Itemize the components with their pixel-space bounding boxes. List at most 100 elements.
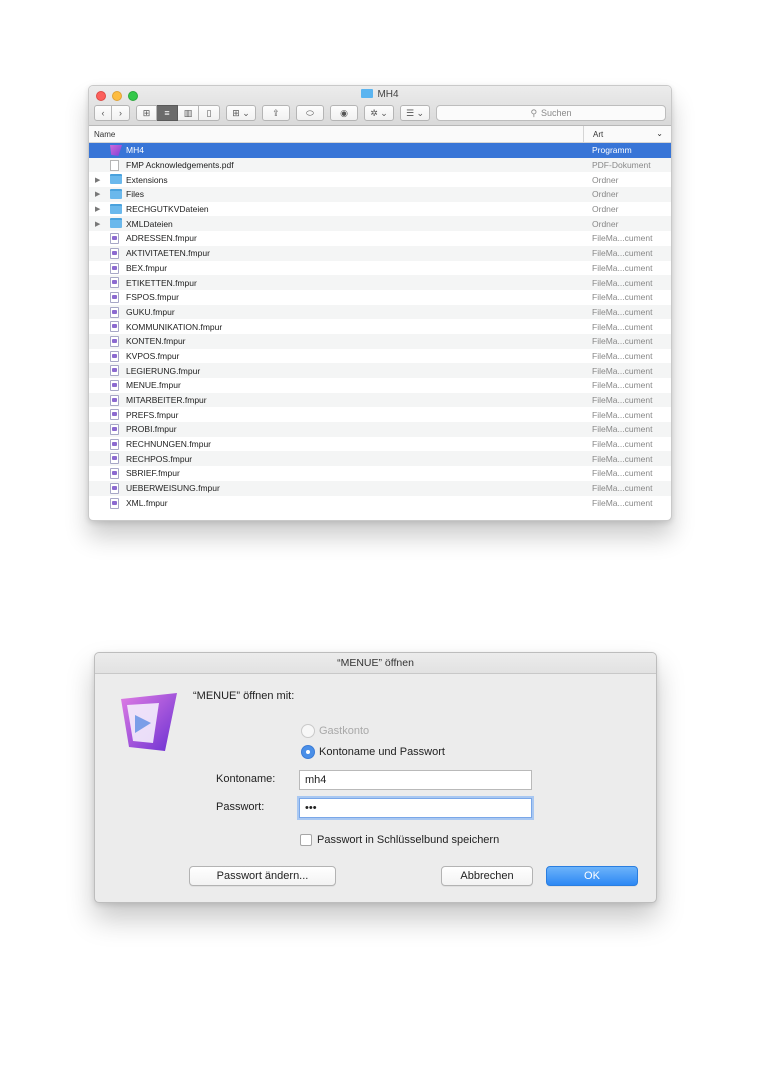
back-button[interactable]: ‹: [94, 105, 112, 121]
file-list-row[interactable]: ETIKETTEN.fmpur FileMa...cument: [89, 275, 671, 290]
file-name: MH4: [126, 145, 144, 156]
file-name: ADRESSEN.fmpur: [126, 233, 197, 244]
column-view-button[interactable]: ▥: [178, 105, 199, 121]
icon-view-button[interactable]: ⊞: [136, 105, 157, 121]
columns-icon: ▥: [183, 107, 193, 118]
file-name: LEGIERUNG.fmpur: [126, 365, 201, 376]
file-kind: FileMa...cument: [592, 497, 653, 508]
chevron-down-icon: ⌄: [656, 129, 663, 138]
nav-buttons: ‹ ›: [94, 105, 130, 121]
file-list-row[interactable]: FSPOS.fmpur FileMa...cument: [89, 290, 671, 305]
document-icon: [110, 394, 119, 406]
file-list-row[interactable]: FMP Acknowledgements.pdf PDF-Dokument: [89, 157, 671, 173]
file-list-row[interactable]: MENUE.fmpur FileMa...cument: [89, 378, 671, 393]
file-kind: FileMa...cument: [592, 380, 653, 391]
file-list-row[interactable]: ▶ RECHGUTKVDateien Ordner: [89, 202, 671, 217]
disclosure-triangle-icon[interactable]: ▶: [95, 220, 100, 228]
column-header: Name Art ⌄: [89, 126, 671, 143]
finder-window: MH4 ‹ › ⊞ ≡ ▥ ▯ ⊞ ⌄ ⇪ ⬭ ◉ ✲ ⌄ ☰ ⌄ ⚲ Suche…: [88, 85, 672, 521]
action-menu-button[interactable]: ✲ ⌄: [364, 105, 394, 121]
change-password-button[interactable]: Passwort ändern...: [189, 866, 336, 886]
gallery-view-button[interactable]: ▯: [199, 105, 220, 121]
file-list-row[interactable]: RECHNUNGEN.fmpur FileMa...cument: [89, 437, 671, 452]
search-icon: ⚲: [530, 107, 538, 118]
eye-icon: ◉: [340, 107, 348, 118]
document-icon: [110, 262, 119, 274]
file-list-row[interactable]: ▶ Files Ordner: [89, 187, 671, 202]
file-list-row[interactable]: GUKU.fmpur FileMa...cument: [89, 304, 671, 320]
chevron-left-icon: ‹: [101, 108, 105, 118]
file-list-row[interactable]: UEBERWEISUNG.fmpur FileMa...cument: [89, 480, 671, 496]
password-label: Passwort:: [216, 801, 265, 813]
tag-button[interactable]: ⬭: [296, 105, 324, 121]
ok-button[interactable]: OK: [546, 866, 638, 886]
search-field[interactable]: ⚲ Suchen: [436, 105, 666, 121]
folder-icon: [361, 89, 374, 98]
disclosure-triangle-icon[interactable]: ▶: [95, 190, 100, 198]
window-title-text: MH4: [377, 89, 399, 100]
app-icon: [110, 145, 122, 156]
file-name: RECHNUNGEN.fmpur: [126, 439, 212, 450]
file-list-row[interactable]: RECHPOS.fmpur FileMa...cument: [89, 451, 671, 467]
arrange-menu-button[interactable]: ☰ ⌄: [400, 105, 430, 121]
file-name: KOMMUNIKATION.fmpur: [126, 321, 223, 332]
gear-icon: ✲ ⌄: [370, 107, 388, 118]
file-list-row[interactable]: KONTEN.fmpur FileMa...cument: [89, 333, 671, 349]
file-kind: PDF-Dokument: [592, 160, 651, 171]
column-header-name[interactable]: Name: [94, 130, 115, 139]
document-icon: [110, 438, 119, 450]
file-list-row[interactable]: XML.fmpur FileMa...cument: [89, 496, 671, 511]
folder-icon: [110, 189, 122, 200]
document-icon: [110, 365, 119, 377]
file-list-row[interactable]: KVPOS.fmpur FileMa...cument: [89, 349, 671, 364]
file-name: XML.fmpur: [126, 497, 168, 508]
file-list-row[interactable]: PREFS.fmpur FileMa...cument: [89, 407, 671, 422]
keychain-checkbox[interactable]: Passwort in Schlüsselbund speichern: [300, 834, 499, 846]
quick-look-button[interactable]: ◉: [330, 105, 358, 121]
disclosure-triangle-icon[interactable]: ▶: [95, 205, 100, 213]
file-list-row[interactable]: KOMMUNIKATION.fmpur FileMa...cument: [89, 319, 671, 334]
file-kind: FileMa...cument: [592, 424, 653, 435]
account-name-field[interactable]: mh4: [299, 770, 532, 790]
file-name: KONTEN.fmpur: [126, 336, 186, 347]
folder-icon: [110, 174, 122, 185]
password-field[interactable]: •••: [299, 798, 532, 818]
group-by-button[interactable]: ⊞ ⌄: [226, 105, 256, 121]
grid-menu-icon: ⊞ ⌄: [232, 107, 250, 118]
share-button[interactable]: ⇪: [262, 105, 290, 121]
disclosure-triangle-icon[interactable]: ▶: [95, 176, 100, 184]
cancel-button[interactable]: Abbrechen: [441, 866, 533, 886]
document-icon: [110, 468, 119, 480]
forward-button[interactable]: ›: [112, 105, 130, 121]
document-icon: [110, 321, 119, 333]
file-list-row[interactable]: LEGIERUNG.fmpur FileMa...cument: [89, 363, 671, 378]
file-list-row[interactable]: PROBI.fmpur FileMa...cument: [89, 422, 671, 437]
file-list-row[interactable]: ▶ Extensions Ordner: [89, 172, 671, 187]
list-view-button[interactable]: ≡: [157, 105, 178, 121]
file-list: MH4 Programm FMP Acknowledgements.pdf PDF-D…: [89, 143, 671, 510]
column-header-kind-label: Art: [593, 130, 604, 139]
window-title: MH4: [89, 89, 671, 100]
file-list-row[interactable]: BEX.fmpur FileMa...cument: [89, 261, 671, 276]
radio-guest-account[interactable]: Gastkonto: [301, 724, 369, 738]
document-icon: [110, 409, 119, 421]
column-header-kind[interactable]: Art ⌄: [583, 126, 671, 143]
file-name: PREFS.fmpur: [126, 409, 179, 420]
file-list-row[interactable]: SBRIEF.fmpur FileMa...cument: [89, 466, 671, 481]
file-kind: FileMa...cument: [592, 439, 653, 450]
file-name: FMP Acknowledgements.pdf: [126, 160, 234, 171]
search-placeholder: Suchen: [541, 108, 572, 118]
file-list-row[interactable]: MH4 Programm: [89, 143, 671, 158]
file-kind: FileMa...cument: [592, 233, 653, 244]
gallery-icon: ▯: [206, 107, 212, 118]
file-kind: Ordner: [592, 204, 619, 215]
file-kind: FileMa...cument: [592, 306, 653, 317]
file-name: MENUE.fmpur: [126, 380, 181, 391]
file-list-row[interactable]: AKTIVITAETEN.fmpur FileMa...cument: [89, 245, 671, 261]
file-list-row[interactable]: ▶ XMLDateien Ordner: [89, 216, 671, 232]
radio-account-password[interactable]: Kontoname und Passwort: [301, 745, 445, 759]
file-kind: FileMa...cument: [592, 336, 653, 347]
file-list-row[interactable]: ADRESSEN.fmpur FileMa...cument: [89, 231, 671, 246]
file-list-row[interactable]: MITARBEITER.fmpur FileMa...cument: [89, 392, 671, 408]
file-kind: FileMa...cument: [592, 350, 653, 361]
